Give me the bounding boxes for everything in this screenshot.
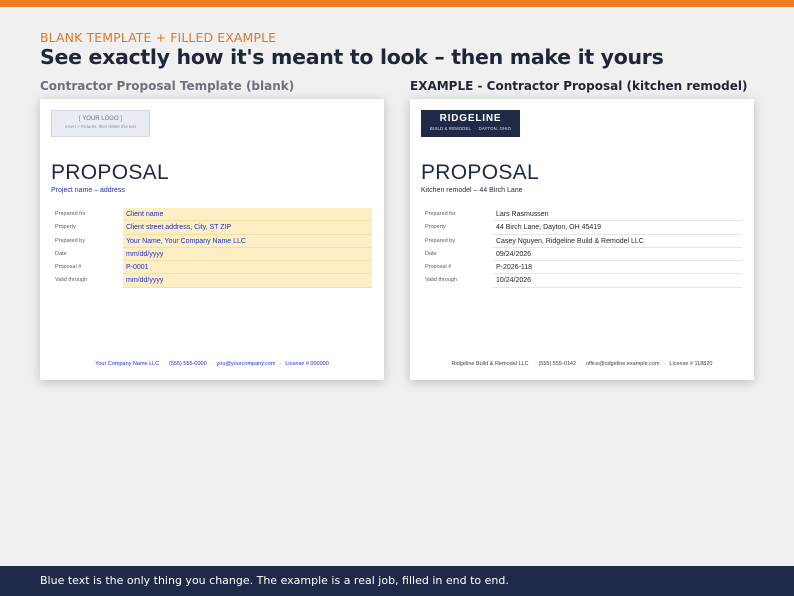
field-row: Valid through mm/dd/yyyy [51, 274, 372, 288]
field-value: P-2026-118 [493, 261, 742, 275]
filled-example-sheet: RIDGELINE BUILD & REMODEL · DAYTON, OHIO P… [410, 99, 754, 380]
sheet-footer: Ridgeline Build & Remodel LLC · (555) 555-… [410, 361, 754, 367]
field-value: Casey Nguyen, Ridgeline Build & Remodel … [493, 235, 742, 248]
brand-tagline: BUILD & REMODEL · DAYTON, OHIO [421, 126, 520, 131]
field-value: Your Name, Your Company Name LLC [123, 234, 372, 248]
field-value: mm/dd/yyyy [123, 247, 372, 262]
proposal-fields: Prepared for Client name Property Client… [51, 208, 372, 288]
field-label: Proposal # [55, 264, 82, 271]
project-subtitle: Kitchen remodel – 44 Birch Lane [421, 187, 523, 194]
field-label: Proposal # [425, 264, 452, 271]
logo-placeholder: [ YOUR LOGO ] Insert > Pictures, then de… [51, 110, 150, 137]
footer-phone: (555) 555-0000 [169, 361, 207, 367]
field-row: Date mm/dd/yyyy [51, 247, 372, 262]
field-row: Proposal # P-2026-118 [421, 261, 742, 275]
footer-company: Ridgeline Build & Remodel LLC [451, 361, 529, 367]
example-label: EXAMPLE - Contractor Proposal (kitchen r… [410, 79, 748, 93]
field-row: Date 09/24/2026 [421, 248, 742, 262]
brand-tag-separator: · [474, 126, 476, 131]
footer-license: License # 118820 [669, 361, 713, 367]
footer-phone: (555) 555-0142 [538, 361, 577, 367]
footer-company: Your Company Name LLC [95, 361, 160, 367]
field-label: Prepared for [425, 211, 456, 217]
field-value: 44 Birch Lane, Dayton, OH 45419 [493, 221, 742, 235]
bottom-caption: Blue text is the only thing you change. … [40, 574, 509, 587]
field-row: Property Client street address, City, ST… [51, 221, 372, 235]
project-subtitle: Project name – address [51, 187, 125, 194]
company-logo: RIDGELINE BUILD & REMODEL · DAYTON, OHIO [421, 110, 520, 137]
field-value: P-0001 [123, 261, 372, 275]
brand-tag-location: DAYTON, OHIO [478, 126, 512, 131]
field-label: Valid through [425, 277, 458, 284]
footer-email: you@yourcompany.com [216, 361, 276, 367]
headline: See exactly how it's meant to look – the… [40, 45, 664, 69]
field-row: Property 44 Birch Lane, Dayton, OH 45419 [421, 221, 742, 235]
field-row: Prepared for Client name [51, 208, 372, 222]
footer-separator: · [210, 361, 213, 367]
field-value: Client street address, City, ST ZIP [123, 221, 372, 235]
field-value: Lars Rasmussen [493, 208, 742, 222]
field-label: Date [55, 250, 67, 257]
footer-email: office@ridgeline.example.com [585, 361, 660, 367]
field-label: Property [425, 224, 446, 231]
blank-template-sheet: [ YOUR LOGO ] Insert > Pictures, then de… [40, 99, 384, 380]
field-label: Date [425, 250, 437, 257]
top-accent-bar [0, 0, 794, 7]
brand-name: RIDGELINE [439, 113, 502, 124]
footer-separator: · [279, 361, 282, 367]
footer-separator: · [580, 361, 582, 367]
logo-placeholder-hint: Insert > Pictures, then delete this text [65, 124, 136, 129]
eyebrow-label: BLANK TEMPLATE + FILLED EXAMPLE [40, 30, 277, 45]
footer-separator: · [163, 361, 166, 367]
field-row: Prepared by Casey Nguyen, Ridgeline Buil… [421, 235, 742, 248]
footer-separator: · [532, 361, 535, 367]
brand-tag-service: BUILD & REMODEL [429, 126, 472, 131]
logo-placeholder-text: [ YOUR LOGO ] [79, 116, 122, 122]
field-row: Prepared by Your Name, Your Company Name… [51, 234, 372, 248]
blank-template-label: Contractor Proposal Template (blank) [40, 79, 295, 93]
footer-separator: · [663, 361, 666, 367]
field-row: Valid through 10/24/2026 [421, 274, 742, 288]
field-label: Prepared by [425, 237, 455, 244]
field-row: Proposal # P-0001 [51, 261, 372, 275]
field-row: Prepared for Lars Rasmussen [421, 208, 742, 222]
field-label: Valid through [55, 277, 88, 284]
field-value: 09/24/2026 [493, 248, 742, 262]
sheet-footer: Your Company Name LLC · (555) 555-0000 · you… [40, 361, 384, 367]
field-value: mm/dd/yyyy [123, 274, 372, 288]
field-label: Prepared by [55, 237, 85, 244]
bottom-caption-bar: Blue text is the only thing you change. … [0, 566, 794, 596]
proposal-title: PROPOSAL [51, 161, 169, 184]
field-label: Property [55, 224, 76, 231]
field-value: Client name [123, 208, 372, 222]
field-value: 10/24/2026 [493, 274, 742, 288]
proposal-title: PROPOSAL [421, 161, 539, 184]
field-label: Prepared for [55, 211, 86, 217]
footer-license: License # 000000 [285, 361, 329, 367]
proposal-fields: Prepared for Lars Rasmussen Property 44 … [421, 208, 742, 288]
